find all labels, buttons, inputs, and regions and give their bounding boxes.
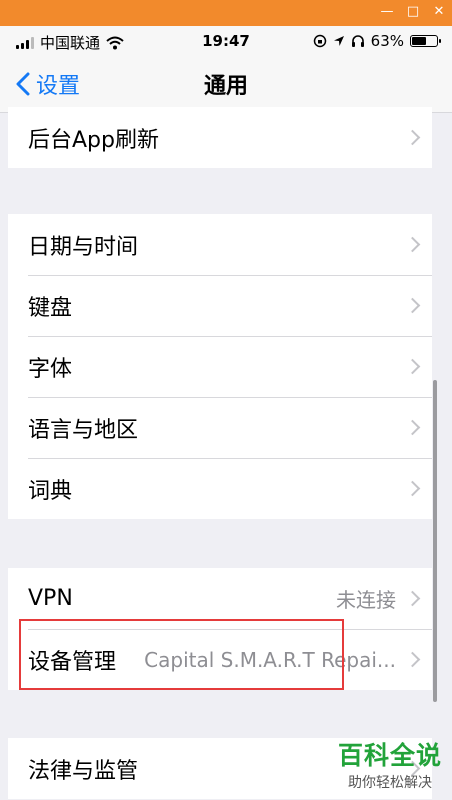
settings-group-background: 后台App刷新 — [8, 107, 432, 168]
chevron-right-icon — [404, 590, 421, 607]
row-fonts[interactable]: 字体 — [8, 336, 432, 397]
row-value: 未连接 — [336, 588, 396, 612]
chevron-right-icon — [404, 480, 421, 497]
minimize-icon[interactable]: — — [380, 5, 394, 19]
headphones-icon — [351, 35, 364, 47]
scrollbar[interactable] — [433, 380, 437, 702]
row-keyboard[interactable]: 键盘 — [8, 275, 432, 336]
row-label: 语言与地区 — [28, 417, 139, 443]
page-title: 通用 — [203, 74, 248, 99]
close-icon[interactable]: ✕ — [432, 5, 446, 19]
battery-icon — [410, 35, 441, 47]
chevron-right-icon — [404, 297, 421, 314]
window-title-bar: — □ ✕ — [0, 0, 452, 26]
row-language-region[interactable]: 语言与地区 — [8, 397, 432, 458]
chevron-right-icon — [404, 129, 421, 146]
highlight-box — [19, 619, 344, 690]
row-label: VPN — [28, 586, 73, 611]
watermark-subtitle: 助你轻松解决 — [347, 775, 432, 791]
row-label: 键盘 — [28, 295, 73, 321]
row-label: 法律与监管 — [28, 758, 139, 784]
settings-group-locale: 日期与时间 键盘 字体 语言与地区 词典 — [8, 214, 432, 519]
row-label: 词典 — [28, 478, 73, 504]
watermark-title: 百科全说 — [337, 741, 442, 770]
row-label: 日期与时间 — [28, 234, 139, 260]
row-dictionary[interactable]: 词典 — [8, 458, 432, 519]
navigation-bar: 设置 通用 — [0, 56, 452, 113]
row-date-time[interactable]: 日期与时间 — [8, 214, 432, 275]
rotation-lock-icon — [313, 34, 326, 48]
maximize-icon[interactable]: □ — [406, 5, 420, 19]
location-icon — [333, 36, 344, 46]
watermark: 百科全说 助你轻松解决 — [338, 736, 442, 792]
chevron-right-icon — [404, 651, 421, 668]
row-background-app-refresh[interactable]: 后台App刷新 — [8, 107, 432, 168]
row-label: 后台App刷新 — [28, 127, 159, 153]
chevron-right-icon — [404, 236, 421, 253]
status-bar: 中国联通 19:47 63% — [0, 26, 452, 56]
row-label: 字体 — [28, 356, 73, 382]
chevron-right-icon — [404, 419, 421, 436]
battery-percent: 63% — [370, 32, 404, 50]
chevron-right-icon — [404, 358, 421, 375]
